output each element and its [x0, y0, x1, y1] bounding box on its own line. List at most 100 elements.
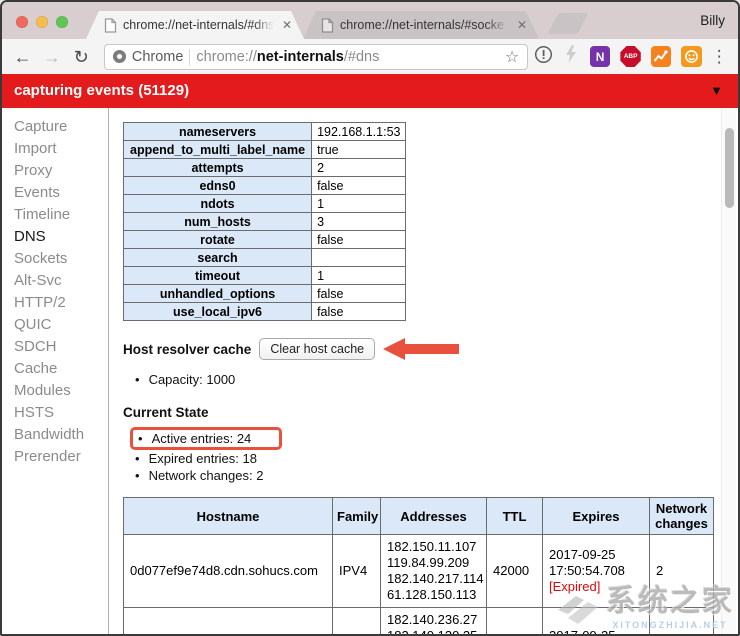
config-row: unhandled_optionsfalse [124, 285, 406, 303]
sidebar-item-sdch[interactable]: SDCH [2, 336, 108, 358]
back-button[interactable]: ← [10, 44, 35, 70]
config-row: nameservers192.168.1.1:53 [124, 123, 406, 141]
capacity-list: • Capacity: 1000 [135, 371, 738, 388]
clear-host-cache-button[interactable]: Clear host cache [259, 338, 375, 360]
address-line: 61.128.150.113 [387, 587, 480, 603]
sidebar-item-modules[interactable]: Modules [2, 380, 108, 402]
config-value: 2 [312, 159, 406, 177]
lightning-bolt-icon [560, 45, 583, 68]
config-value: false [312, 285, 406, 303]
sidebar-item-alt-svc[interactable]: Alt-Svc [2, 270, 108, 292]
sidebar-item-dns[interactable]: DNS [2, 226, 108, 248]
config-value [312, 249, 406, 267]
config-row: timeout1 [124, 267, 406, 285]
sidebar-item-capture[interactable]: Capture [2, 116, 108, 138]
config-row: ndots1 [124, 195, 406, 213]
address-line: 119.84.99.209 [387, 555, 480, 571]
config-row: num_hosts3 [124, 213, 406, 231]
cache-column-header: Network changes [650, 498, 714, 535]
orange-face-extension-icon[interactable] [681, 46, 701, 67]
site-label: Chrome [132, 49, 184, 65]
adblock-plus-extension-icon[interactable]: ABP [620, 46, 640, 67]
hostname-cell: a1.mzstatic.com [124, 608, 333, 636]
config-key: unhandled_options [124, 285, 312, 303]
cache-column-header: Family [333, 498, 381, 535]
onenote-extension-icon[interactable]: N [590, 46, 610, 67]
tab-sockets[interactable]: chrome://net-internals/#socke ✕ [303, 11, 539, 39]
browser-menu-icon[interactable]: ⋮ [709, 47, 730, 67]
page-favicon-icon [104, 18, 117, 33]
tab-close-icon[interactable]: ✕ [515, 18, 529, 32]
config-row: rotatefalse [124, 231, 406, 249]
red-highlight-box: • Active entries: 24 [130, 427, 282, 450]
analytics-chart-extension-icon[interactable] [651, 46, 671, 67]
config-key: num_hosts [124, 213, 312, 231]
expired-entries-item: • Expired entries: 18 [135, 450, 738, 467]
navigation-toolbar: ← → ↻ Chrome chrome://net-internals/#dns… [2, 39, 738, 74]
sidebar-item-timeline[interactable]: Timeline [2, 204, 108, 226]
capacity-text: Capacity: 1000 [149, 371, 236, 388]
sidebar-item-bandwidth[interactable]: Bandwidth [2, 424, 108, 446]
cache-table-row: a1.mzstatic.comIPV4182.140.236.27182.140… [124, 608, 714, 636]
config-key: use_local_ipv6 [124, 303, 312, 321]
zoom-window-button[interactable] [56, 16, 68, 28]
address-line: 182.140.236.27 [387, 612, 480, 628]
config-row: append_to_multi_label_nametrue [124, 141, 406, 159]
close-window-button[interactable] [16, 16, 28, 28]
reload-button[interactable]: ↻ [69, 44, 94, 70]
profile-name[interactable]: Billy [700, 13, 725, 28]
addresses-cell: 182.150.11.107119.84.99.209182.140.217.1… [381, 535, 487, 608]
config-key: ndots [124, 195, 312, 213]
address-bar[interactable]: Chrome chrome://net-internals/#dns ☆ [104, 44, 528, 70]
config-value: 1 [312, 267, 406, 285]
sidebar-item-events[interactable]: Events [2, 182, 108, 204]
url-text[interactable]: chrome://net-internals/#dns [196, 49, 499, 65]
banner-dropdown-icon[interactable]: ▼ [710, 74, 723, 108]
expires-cell: 2017-09-2517:50:54.708[Expired] [543, 535, 650, 608]
address-line: 182.150.11.107 [387, 539, 480, 555]
tab-dns[interactable]: chrome://net-internals/#dns ✕ [86, 11, 304, 39]
dns-config-body: nameservers192.168.1.1:53append_to_multi… [124, 123, 406, 321]
tab-strip: chrome://net-internals/#dns ✕ chrome://n… [2, 2, 738, 39]
address-line: 182.140.217.114 [387, 571, 480, 587]
hostname-cell: 0d077ef9e74d8.cdn.sohucs.com [124, 535, 333, 608]
config-row: edns0false [124, 177, 406, 195]
cache-table-row: 0d077ef9e74d8.cdn.sohucs.comIPV4182.150.… [124, 535, 714, 608]
dns-config-table: nameservers192.168.1.1:53append_to_multi… [123, 122, 406, 321]
ttl-cell: 38000 [487, 608, 543, 636]
sidebar-item-cache[interactable]: Cache [2, 358, 108, 380]
config-row: use_local_ipv6false [124, 303, 406, 321]
sidebar-item-prerender[interactable]: Prerender [2, 446, 108, 468]
capturing-events-label: capturing events (51129) [14, 82, 189, 99]
page-info-icon[interactable] [532, 45, 555, 69]
vertical-scrollbar[interactable] [721, 108, 736, 636]
config-row: search [124, 249, 406, 267]
config-value: 1 [312, 195, 406, 213]
sidebar-item-hsts[interactable]: HSTS [2, 402, 108, 424]
config-value: false [312, 303, 406, 321]
sidebar-item-http-2[interactable]: HTTP/2 [2, 292, 108, 314]
network-changes-text: Network changes: 2 [149, 467, 264, 484]
omnibox-divider [189, 49, 190, 65]
sidebar-item-quic[interactable]: QUIC [2, 314, 108, 336]
network-changes-cell: 2 [650, 608, 714, 636]
page-favicon-icon [321, 18, 334, 33]
sidebar-item-proxy[interactable]: Proxy [2, 160, 108, 182]
cache-column-header: TTL [487, 498, 543, 535]
active-entries-text: Active entries: 24 [152, 430, 252, 447]
forward-button: → [39, 44, 64, 70]
config-value: false [312, 231, 406, 249]
sidebar-item-sockets[interactable]: Sockets [2, 248, 108, 270]
sidebar-item-import[interactable]: Import [2, 138, 108, 160]
tab-close-icon[interactable]: ✕ [280, 18, 294, 32]
scrollbar-thumb[interactable] [725, 128, 734, 208]
expires-line: 17:50:54.708 [549, 563, 643, 579]
bookmark-star-icon[interactable]: ☆ [505, 47, 519, 67]
config-value: false [312, 177, 406, 195]
dns-view: nameservers192.168.1.1:53append_to_multi… [109, 108, 738, 636]
new-tab-button[interactable] [547, 13, 588, 34]
current-state-list: • Active entries: 24 • Expired entries: … [135, 427, 738, 484]
host-resolver-cache-title: Host resolver cache [123, 342, 251, 357]
site-info-icon[interactable] [113, 50, 126, 63]
minimize-window-button[interactable] [36, 16, 48, 28]
